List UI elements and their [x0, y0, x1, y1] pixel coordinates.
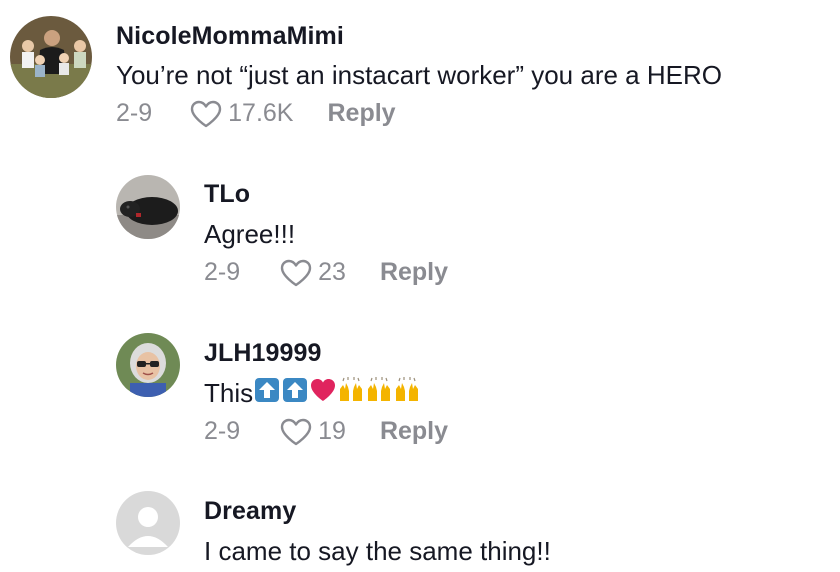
red-heart-emoji [310, 378, 336, 409]
default-avatar-icon [116, 491, 180, 555]
heart-outline-icon [280, 259, 312, 286]
reply-button[interactable]: Reply [380, 417, 448, 446]
raising-hands-emoji [393, 377, 421, 410]
like-count: 19 [318, 417, 346, 445]
comment-meta: 2-9 23 Reply [204, 258, 448, 287]
like-count: 23 [318, 258, 346, 286]
raising-hands-icon [340, 377, 363, 401]
avatar[interactable] [116, 175, 180, 239]
like-button[interactable]: 19 [280, 417, 346, 446]
reply-button[interactable]: Reply [380, 258, 448, 287]
heart-outline-icon [190, 100, 222, 127]
like-button[interactable]: 23 [280, 258, 346, 287]
comment-meta: 2-9 17.6K Reply [116, 99, 396, 128]
up-arrow-emoji [254, 377, 280, 410]
raising-hands-icon [396, 377, 419, 401]
username[interactable]: TLo [204, 180, 250, 209]
comment-date: 2-9 [204, 258, 241, 286]
up-arrow-emoji [282, 377, 308, 410]
like-button[interactable]: 17.6K [190, 99, 293, 128]
like-count: 17.6K [228, 99, 294, 127]
up-arrow-icon [255, 378, 280, 402]
comment-text: Agree!!! [204, 219, 296, 249]
woman-photo-icon [116, 333, 180, 397]
reply-button[interactable]: Reply [327, 99, 395, 128]
heart-outline-icon [280, 418, 312, 445]
raising-hands-icon [368, 377, 391, 401]
avatar[interactable] [116, 491, 180, 555]
comment-text: You’re not “just an instacart worker” yo… [116, 60, 722, 90]
family-photo-icon [10, 16, 92, 98]
comment-date: 2-9 [116, 99, 153, 127]
comment-text: This [204, 377, 421, 410]
dog-photo-icon [116, 175, 180, 239]
comment-text: I came to say the same thing!! [204, 536, 551, 566]
comment-text-body: This [204, 378, 254, 408]
comment-date: 2-9 [204, 417, 241, 445]
red-heart-icon [311, 379, 336, 401]
avatar[interactable] [116, 333, 180, 397]
raising-hands-emoji [365, 377, 393, 410]
username[interactable]: Dreamy [204, 497, 296, 526]
avatar[interactable] [10, 16, 92, 98]
username[interactable]: JLH19999 [204, 339, 322, 368]
username[interactable]: NicoleMommaMimi [116, 22, 344, 51]
comment-meta: 2-9 19 Reply [204, 417, 448, 446]
up-arrow-icon [283, 378, 308, 402]
raising-hands-emoji [337, 377, 365, 410]
